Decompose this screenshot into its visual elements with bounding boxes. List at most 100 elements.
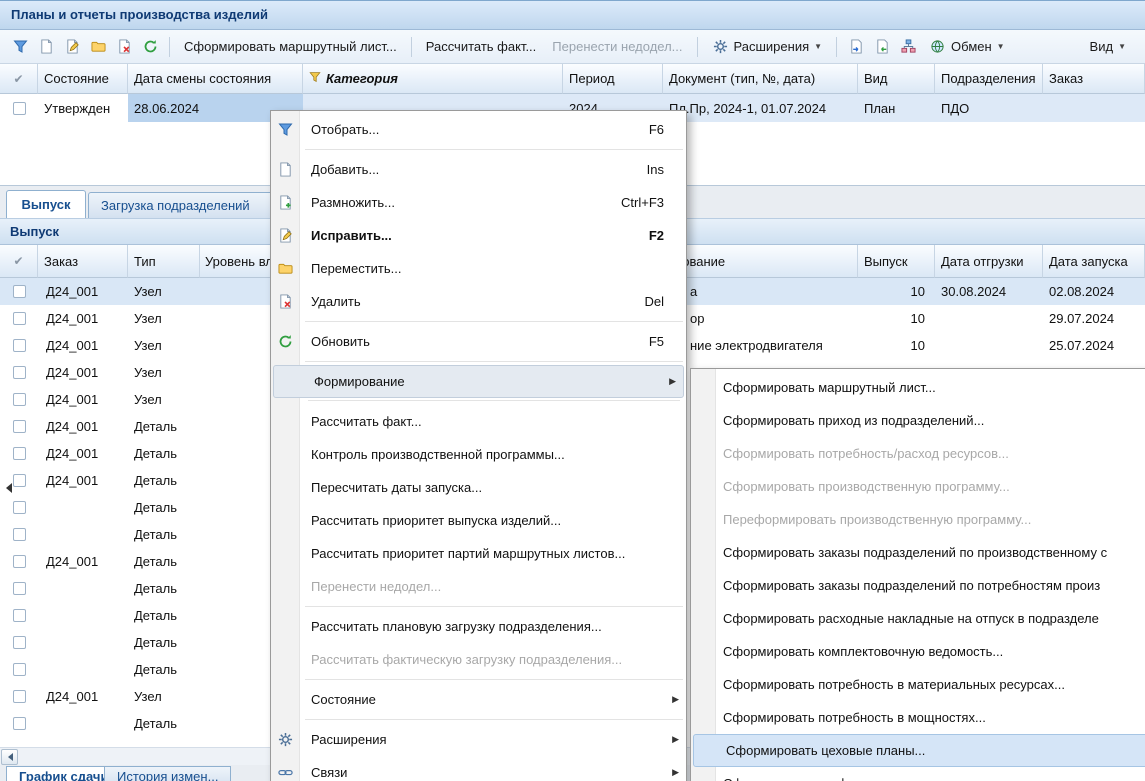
copy-document-icon [277,194,294,211]
header-launch-date[interactable]: Дата запуска [1043,245,1145,278]
form-route-sheet-button[interactable]: Сформировать маршрутный лист... [177,35,404,59]
cell-order [38,629,128,656]
submenu-item-dept-orders-production[interactable]: Сформировать заказы подразделений по про… [691,536,1145,569]
submenu-item-delivery-schedule[interactable]: Сформировать график сдачи... [691,767,1145,781]
links-icon [277,764,294,781]
cell-ship-date: 30.08.2024 [935,278,1043,305]
toolbar-separator [169,37,170,57]
row-checkbox[interactable] [13,609,26,622]
menu-item-filter[interactable]: Отобрать... F6 [271,113,686,146]
row-checkbox[interactable] [13,420,26,433]
row-checkbox[interactable] [13,663,26,676]
cell-order: Д24_001 [38,683,128,710]
menu-item-edit[interactable]: Исправить... F2 [271,219,686,252]
submenu-item-dept-orders-needs[interactable]: Сформировать заказы подразделений по пот… [691,569,1145,602]
filter-icon[interactable] [8,35,32,59]
row-checkbox[interactable] [13,102,26,115]
menu-item-state[interactable]: Состояние ▶ [271,683,686,716]
header-state-date[interactable]: Дата смены состояния [128,64,303,94]
extensions-button[interactable]: Расширения▼ [705,35,830,59]
cell-order: Д24_001 [38,332,128,359]
refresh-icon[interactable] [138,35,162,59]
tab-output[interactable]: Выпуск [6,190,86,218]
header-output[interactable]: Выпуск [858,245,935,278]
row-checkbox[interactable] [13,717,26,730]
cell-order [38,494,128,521]
row-checkbox[interactable] [13,528,26,541]
edit-document-icon[interactable] [60,35,84,59]
extensions-icon [712,38,729,55]
export-document-icon[interactable] [844,35,868,59]
import-document-icon[interactable] [870,35,894,59]
menu-item-recalc-launch-dates[interactable]: Пересчитать даты запуска... [271,471,686,504]
cell-type: Деталь [128,521,200,548]
row-checkbox[interactable] [13,474,26,487]
header-state[interactable]: Состояние [38,64,128,94]
header-period[interactable]: Период [563,64,663,94]
menu-item-formation[interactable]: Формирование ▶ [273,365,684,398]
menu-item-extensions[interactable]: Расширения ▶ [271,723,686,756]
row-checkbox[interactable] [13,393,26,406]
exchange-button[interactable]: Обмен▼ [922,35,1012,59]
row-checkbox[interactable] [13,447,26,460]
header-ship-date[interactable]: Дата отгрузки [935,245,1043,278]
gear-icon [277,731,294,748]
header-departments[interactable]: Подразделения [935,64,1043,94]
header-category[interactable]: Категория [303,64,563,94]
window-title: Планы и отчеты производства изделий [0,0,1145,30]
org-structure-icon[interactable] [896,35,920,59]
menu-item-move[interactable]: Переместить... [271,252,686,285]
submenu-item-shop-plans[interactable]: Сформировать цеховые планы... [693,734,1145,767]
header-check[interactable]: ✔ [0,64,38,94]
cell-order [38,656,128,683]
header-type[interactable]: Тип [128,245,200,278]
header-order[interactable]: Заказ [1043,64,1145,94]
menu-item-calc-output-priority[interactable]: Рассчитать приоритет выпуска изделий... [271,504,686,537]
delete-document-icon[interactable] [112,35,136,59]
header-check[interactable]: ✔ [0,245,38,278]
submenu-item-expense-invoices[interactable]: Сформировать расходные накладные на отпу… [691,602,1145,635]
row-checkbox[interactable] [13,285,26,298]
header-kind[interactable]: Вид [858,64,935,94]
row-checkbox[interactable] [13,312,26,325]
submenu-item-route-sheet[interactable]: Сформировать маршрутный лист... [691,371,1145,404]
submenu-item-capacity-need[interactable]: Сформировать потребность в мощностях... [691,701,1145,734]
row-checkbox[interactable] [13,339,26,352]
row-checkbox[interactable] [13,582,26,595]
menu-item-calc-batch-priority[interactable]: Рассчитать приоритет партий маршрутных л… [271,537,686,570]
submenu-arrow-icon: ▶ [672,694,679,705]
submenu-item-picking-list[interactable]: Сформировать комплектовочную ведомость..… [691,635,1145,668]
row-checkbox[interactable] [13,366,26,379]
refresh-icon [277,333,294,350]
row-checkbox[interactable] [13,501,26,514]
scroll-left-button[interactable] [1,749,18,765]
calc-fact-button[interactable]: Рассчитать факт... [419,35,544,59]
add-document-icon[interactable] [34,35,58,59]
move-folder-icon [277,260,294,277]
row-checkbox[interactable] [13,636,26,649]
menu-item-add[interactable]: Добавить... Ins [271,153,686,186]
menu-item-program-control[interactable]: Контроль производственной программы... [271,438,686,471]
tab-history[interactable]: История измен... [104,766,231,781]
menu-item-calc-fact[interactable]: Рассчитать факт... [271,405,686,438]
menu-item-duplicate[interactable]: Размножить... Ctrl+F3 [271,186,686,219]
row-checkbox[interactable] [13,555,26,568]
menu-item-links[interactable]: Связи ▶ [271,756,686,781]
cell-launch-date: 25.07.2024 [1043,332,1145,359]
view-button[interactable]: Вид▼ [1083,35,1133,59]
move-folder-icon[interactable] [86,35,110,59]
menu-item-delete[interactable]: Удалить Del [271,285,686,318]
menu-item-calc-planned-load[interactable]: Рассчитать плановую загрузку подразделен… [271,610,686,643]
row-checkbox[interactable] [13,690,26,703]
header-document[interactable]: Документ (тип, №, дата) [663,64,858,94]
submenu-item-incoming[interactable]: Сформировать приход из подразделений... [691,404,1145,437]
splitter-collapse-icon[interactable] [1,483,12,493]
toolbar-separator [697,37,698,57]
header-order[interactable]: Заказ [38,245,128,278]
submenu-item-material-need[interactable]: Сформировать потребность в материальных … [691,668,1145,701]
cell-order [38,575,128,602]
menu-item-refresh[interactable]: Обновить F5 [271,325,686,358]
cell-order: Д24_001 [38,467,128,494]
check-icon: ✔ [13,254,23,268]
toolbar: Сформировать маршрутный лист... Рассчита… [0,30,1145,64]
